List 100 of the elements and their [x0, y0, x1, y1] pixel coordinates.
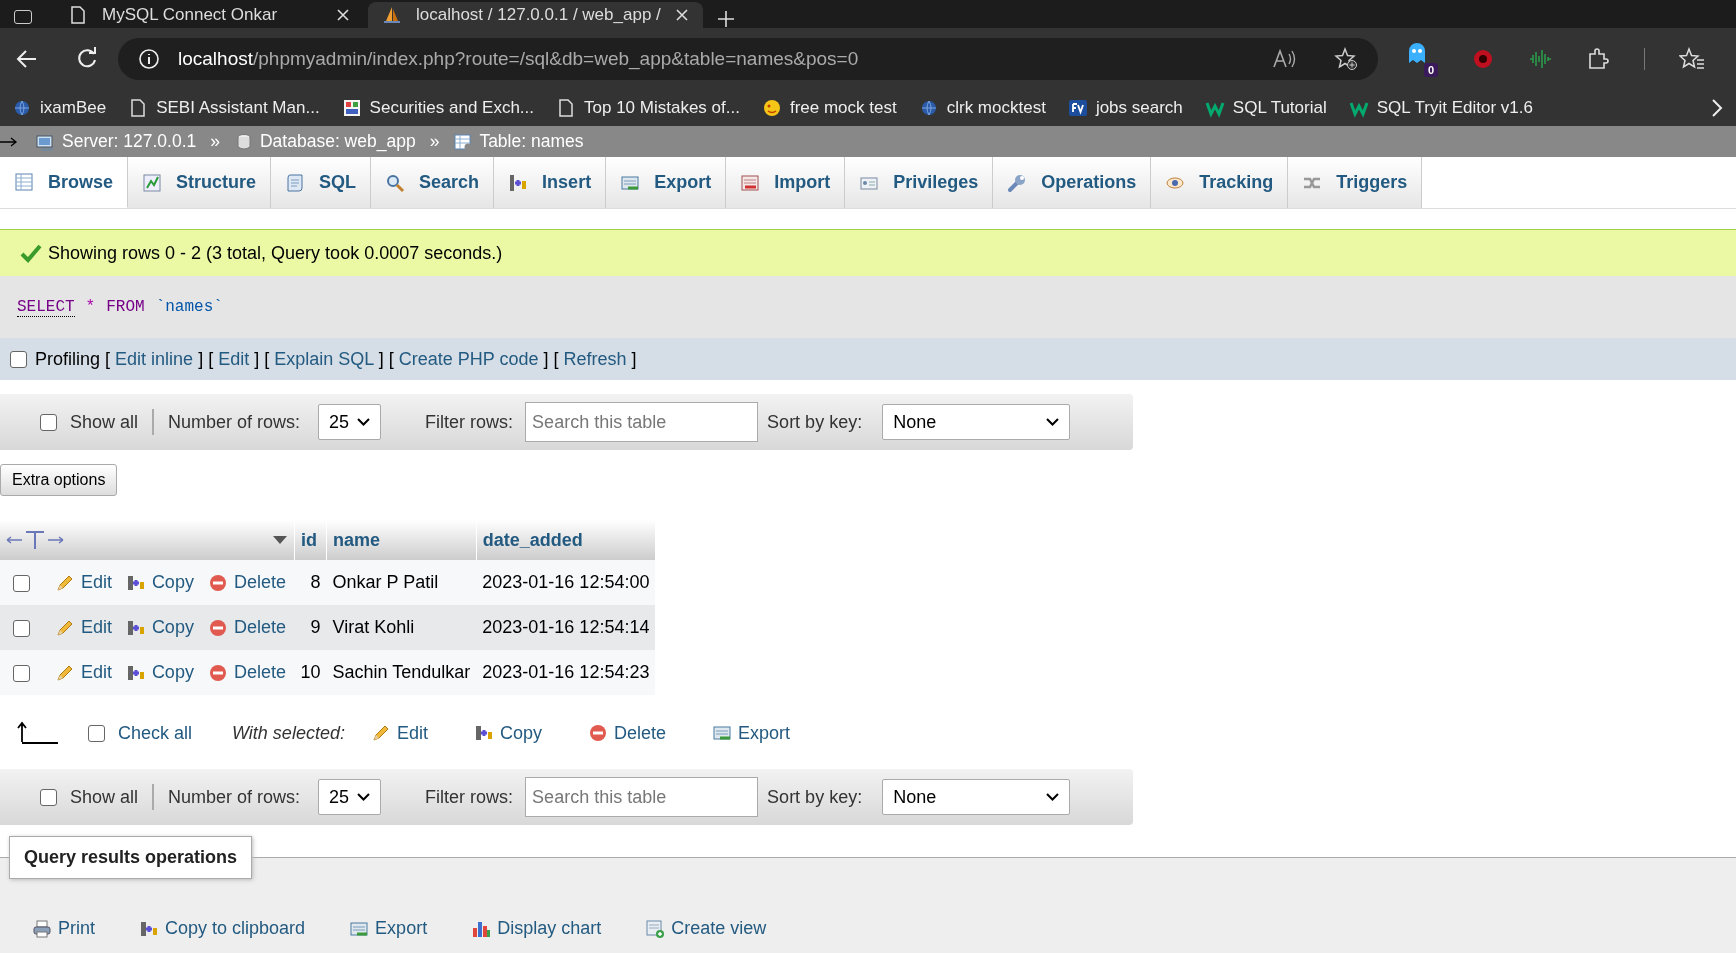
tab[interactable]: Structure: [128, 157, 272, 208]
tab-actions-icon[interactable]: [14, 10, 32, 24]
export-icon: [712, 723, 732, 743]
breadcrumb-link[interactable]: Server: 127.0.0.1: [36, 131, 197, 152]
action-link[interactable]: Create PHP code: [398, 348, 539, 369]
delete-icon: [208, 572, 229, 593]
sort-dropdown[interactable]: None: [882, 404, 1071, 440]
column-header[interactable]: name: [326, 520, 477, 560]
browser-tab[interactable]: MySQL Connect Onkar: [54, 2, 364, 28]
delete-icon: [208, 617, 229, 638]
printer-icon: [32, 918, 52, 939]
record-icon[interactable]: [1472, 48, 1494, 70]
check-all-checkbox[interactable]: [88, 724, 105, 742]
column-header[interactable]: date_added: [476, 520, 656, 560]
tab[interactable]: Privileges: [845, 157, 994, 208]
tab[interactable]: Triggers: [1288, 157, 1423, 208]
table-cell: Virat Kohli: [326, 605, 477, 650]
address-bar[interactable]: localhost/phpmyadmin/index.php?route=/sql&db=web_app&table=names&pos=0: [118, 38, 1378, 80]
profiling-checkbox[interactable]: [10, 350, 27, 368]
action-link[interactable]: Refresh: [563, 348, 627, 369]
extra-options-button[interactable]: Extra options: [0, 464, 118, 496]
action-link[interactable]: Explain SQL: [274, 348, 374, 369]
bookmark[interactable]: free mock test: [761, 98, 897, 118]
filter-field[interactable]: Search this table: [525, 777, 759, 817]
tab[interactable]: Tracking: [1151, 157, 1289, 208]
profiling-text: ]: [630, 348, 637, 369]
bulk-action-link[interactable]: Edit: [370, 722, 428, 744]
column-arrows-icon[interactable]: [6, 529, 64, 551]
bulk-action-link[interactable]: Export: [712, 722, 791, 744]
tab[interactable]: SQL: [271, 157, 372, 208]
browser-tab[interactable]: localhost / 127.0.0.1 / web_app /: [368, 2, 703, 28]
panel-legend: Query results operations: [9, 836, 253, 879]
bookmark[interactable]: clrk mocktest: [918, 98, 1046, 118]
tab[interactable]: Import: [726, 157, 846, 208]
action-link[interactable]: Edit inline: [115, 348, 194, 369]
bookmark[interactable]: Top 10 Mistakes of...: [556, 98, 740, 118]
close-icon[interactable]: [336, 8, 350, 22]
breadcrumb-link[interactable]: Database: web_app: [234, 131, 416, 152]
new-tab-icon[interactable]: [716, 10, 735, 28]
breadcrumb-separator: »: [209, 131, 221, 152]
row-checkbox[interactable]: [13, 664, 30, 682]
breadcrumb-link[interactable]: Table: names: [453, 131, 584, 152]
tab[interactable]: Operations: [993, 157, 1152, 208]
row-checkbox[interactable]: [13, 619, 30, 637]
waveform-icon[interactable]: [1528, 48, 1552, 70]
arrow-right-icon[interactable]: [0, 135, 18, 148]
row-checkbox[interactable]: [13, 574, 30, 592]
read-aloud-icon[interactable]: [1272, 48, 1296, 70]
sort-label: Sort by key:: [767, 411, 863, 433]
show-all-checkbox[interactable]: [40, 413, 57, 431]
bulk-action-link[interactable]: Delete: [588, 722, 666, 744]
bookmark[interactable]: SEBI Assistant Man...: [128, 98, 320, 118]
action-link[interactable]: Edit: [218, 348, 250, 369]
chevron-down-icon: [1046, 418, 1060, 426]
tab[interactable]: Search: [371, 157, 495, 208]
bookmark[interactable]: ixamBee: [12, 98, 107, 118]
bookmark[interactable]: SQL Tutorial: [1204, 98, 1327, 118]
chevron-right-icon[interactable]: [1710, 98, 1724, 118]
info-icon[interactable]: [138, 48, 160, 70]
sort-dropdown[interactable]: None: [882, 779, 1071, 815]
scroll-icon: [285, 172, 306, 193]
sort-label: Sort by key:: [767, 786, 863, 808]
show-all-checkbox[interactable]: [40, 788, 57, 806]
bulk-action-link[interactable]: Copy: [473, 722, 542, 744]
close-icon[interactable]: [674, 8, 689, 22]
sql-token: SELECT: [17, 297, 75, 317]
operation-link[interactable]: Copy to clipboard: [139, 918, 306, 939]
check-all-link[interactable]: Check all: [118, 722, 193, 744]
puzzle-icon[interactable]: [1586, 47, 1610, 71]
with-selected-label: With selected:: [232, 722, 345, 744]
show-all-label[interactable]: Show all: [70, 411, 139, 433]
show-all-label[interactable]: Show all: [70, 786, 139, 808]
column-header[interactable]: id: [294, 520, 327, 560]
operation-link[interactable]: Create view: [645, 918, 767, 939]
bookmark[interactable]: jobs search: [1067, 98, 1183, 118]
add-favorite-icon[interactable]: [1334, 47, 1358, 71]
sort-triangle-icon[interactable]: [272, 535, 288, 545]
filter-field[interactable]: Search this table: [525, 402, 759, 442]
delete-icon: [208, 662, 229, 683]
ghost-icon[interactable]: [1406, 41, 1428, 65]
profiling-text: ] [: [542, 348, 560, 369]
rows-dropdown[interactable]: 25: [318, 779, 382, 815]
operation-link[interactable]: Export: [349, 918, 428, 939]
table-icon: [453, 131, 474, 152]
database-icon: [234, 131, 254, 152]
image-icon: [341, 98, 362, 118]
breadcrumb-separator: »: [428, 131, 441, 152]
profiling-text: ] [: [253, 348, 271, 369]
page-icon: [68, 5, 88, 25]
operation-link[interactable]: Print: [32, 918, 95, 939]
favorites-icon[interactable]: [1679, 47, 1705, 71]
rows-dropdown[interactable]: 25: [318, 404, 382, 440]
insert-icon: [508, 172, 529, 193]
profiling-text: Profiling [: [35, 348, 112, 369]
operation-link[interactable]: Display chart: [471, 918, 602, 939]
table-cell: 8: [294, 560, 327, 605]
bookmark[interactable]: SQL Tryit Editor v1.6: [1348, 98, 1533, 118]
bookmark[interactable]: Securities and Exch...: [341, 98, 535, 118]
tab[interactable]: Export: [606, 157, 727, 208]
tab[interactable]: Insert: [494, 157, 607, 208]
